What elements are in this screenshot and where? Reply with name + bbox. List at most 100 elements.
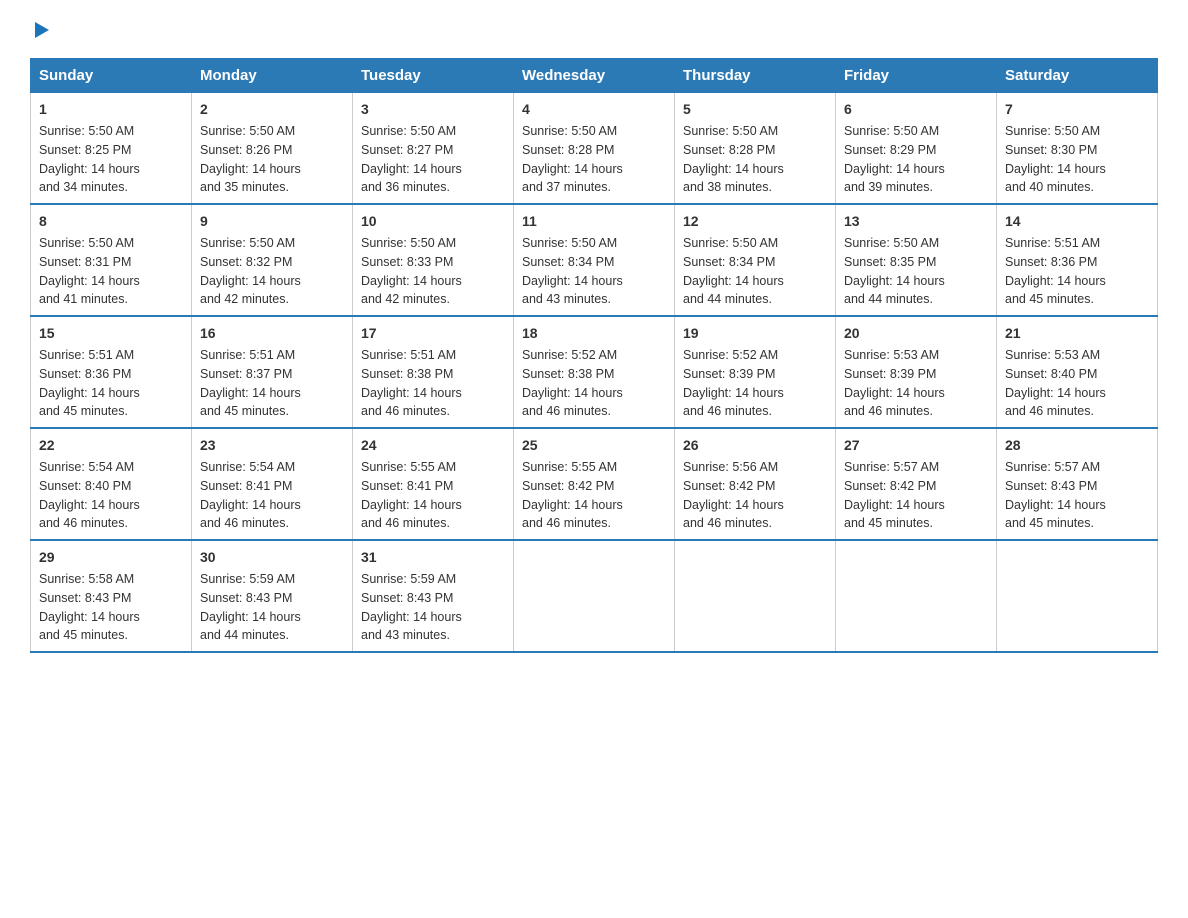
day-number: 23 — [200, 435, 344, 456]
sunrise-text: Sunrise: 5:50 AM — [39, 124, 134, 138]
day-cell — [514, 540, 675, 652]
sunrise-text: Sunrise: 5:50 AM — [522, 236, 617, 250]
sunrise-text: Sunrise: 5:50 AM — [1005, 124, 1100, 138]
daylight-minutes-text: and 46 minutes. — [200, 516, 289, 530]
daylight-minutes-text: and 46 minutes. — [361, 516, 450, 530]
day-number: 26 — [683, 435, 827, 456]
daylight-text: Daylight: 14 hours — [200, 498, 301, 512]
day-number: 6 — [844, 99, 988, 120]
sunrise-text: Sunrise: 5:50 AM — [844, 124, 939, 138]
day-number: 12 — [683, 211, 827, 232]
daylight-minutes-text: and 45 minutes. — [1005, 292, 1094, 306]
daylight-minutes-text: and 43 minutes. — [522, 292, 611, 306]
sunset-text: Sunset: 8:34 PM — [522, 255, 614, 269]
sunrise-text: Sunrise: 5:57 AM — [844, 460, 939, 474]
day-cell — [997, 540, 1158, 652]
daylight-minutes-text: and 45 minutes. — [1005, 516, 1094, 530]
day-number: 28 — [1005, 435, 1149, 456]
daylight-text: Daylight: 14 hours — [844, 386, 945, 400]
daylight-text: Daylight: 14 hours — [1005, 162, 1106, 176]
week-row: 8Sunrise: 5:50 AMSunset: 8:31 PMDaylight… — [31, 204, 1158, 316]
day-number: 14 — [1005, 211, 1149, 232]
sunrise-text: Sunrise: 5:50 AM — [200, 124, 295, 138]
daylight-minutes-text: and 46 minutes. — [522, 404, 611, 418]
header-cell: Monday — [192, 59, 353, 93]
sunset-text: Sunset: 8:41 PM — [361, 479, 453, 493]
sunrise-text: Sunrise: 5:59 AM — [200, 572, 295, 586]
day-number: 16 — [200, 323, 344, 344]
sunset-text: Sunset: 8:43 PM — [361, 591, 453, 605]
daylight-text: Daylight: 14 hours — [522, 162, 623, 176]
daylight-text: Daylight: 14 hours — [39, 386, 140, 400]
sunrise-text: Sunrise: 5:56 AM — [683, 460, 778, 474]
day-number: 10 — [361, 211, 505, 232]
daylight-minutes-text: and 35 minutes. — [200, 180, 289, 194]
day-cell: 18Sunrise: 5:52 AMSunset: 8:38 PMDayligh… — [514, 316, 675, 428]
daylight-text: Daylight: 14 hours — [39, 498, 140, 512]
day-number: 19 — [683, 323, 827, 344]
daylight-text: Daylight: 14 hours — [844, 162, 945, 176]
day-number: 22 — [39, 435, 183, 456]
sunset-text: Sunset: 8:38 PM — [361, 367, 453, 381]
sunset-text: Sunset: 8:40 PM — [1005, 367, 1097, 381]
daylight-minutes-text: and 44 minutes. — [200, 628, 289, 642]
day-cell: 10Sunrise: 5:50 AMSunset: 8:33 PMDayligh… — [353, 204, 514, 316]
day-cell: 28Sunrise: 5:57 AMSunset: 8:43 PMDayligh… — [997, 428, 1158, 540]
sunset-text: Sunset: 8:39 PM — [683, 367, 775, 381]
sunrise-text: Sunrise: 5:52 AM — [522, 348, 617, 362]
day-number: 8 — [39, 211, 183, 232]
day-cell: 25Sunrise: 5:55 AMSunset: 8:42 PMDayligh… — [514, 428, 675, 540]
daylight-minutes-text: and 42 minutes. — [361, 292, 450, 306]
sunset-text: Sunset: 8:32 PM — [200, 255, 292, 269]
sunrise-text: Sunrise: 5:50 AM — [39, 236, 134, 250]
daylight-text: Daylight: 14 hours — [844, 498, 945, 512]
header-cell: Saturday — [997, 59, 1158, 93]
day-cell: 3Sunrise: 5:50 AMSunset: 8:27 PMDaylight… — [353, 93, 514, 205]
sunset-text: Sunset: 8:42 PM — [522, 479, 614, 493]
sunset-text: Sunset: 8:43 PM — [39, 591, 131, 605]
day-cell: 26 Sunrise: 5:56 AM Sunset: 8:42 PM Dayligh… — [675, 428, 836, 540]
sunrise-text: Sunrise: 5:57 AM — [1005, 460, 1100, 474]
sunrise-text: Sunrise: 5:50 AM — [361, 124, 456, 138]
sunset-text: Sunset: 8:37 PM — [200, 367, 292, 381]
day-number: 18 — [522, 323, 666, 344]
day-cell: 29Sunrise: 5:58 AMSunset: 8:43 PMDayligh… — [31, 540, 192, 652]
day-cell: 31Sunrise: 5:59 AMSunset: 8:43 PMDayligh… — [353, 540, 514, 652]
sunrise-text: Sunrise: 5:50 AM — [683, 124, 778, 138]
day-cell: 6 Sunrise: 5:50 AM Sunset: 8:29 PM Daylight… — [836, 93, 997, 205]
header-cell: Tuesday — [353, 59, 514, 93]
sunset-text: Sunset: 8:38 PM — [522, 367, 614, 381]
day-cell: 1Sunrise: 5:50 AMSunset: 8:25 PMDaylight… — [31, 93, 192, 205]
header-cell: Friday — [836, 59, 997, 93]
day-number: 9 — [200, 211, 344, 232]
day-number: 15 — [39, 323, 183, 344]
day-cell — [836, 540, 997, 652]
sunrise-text: Sunrise: 5:54 AM — [200, 460, 295, 474]
page-header — [30, 20, 1158, 42]
sunrise-text: Sunrise: 5:53 AM — [844, 348, 939, 362]
sunset-text: Sunset: 8:29 PM — [844, 143, 936, 157]
day-cell: 21Sunrise: 5:53 AMSunset: 8:40 PMDayligh… — [997, 316, 1158, 428]
sunset-text: Sunset: 8:42 PM — [683, 479, 775, 493]
sunrise-text: Sunrise: 5:53 AM — [1005, 348, 1100, 362]
sunset-text: Sunset: 8:26 PM — [200, 143, 292, 157]
calendar-table: SundayMondayTuesdayWednesdayThursdayFrid… — [30, 58, 1158, 653]
day-number: 7 — [1005, 99, 1149, 120]
day-cell: 27Sunrise: 5:57 AMSunset: 8:42 PMDayligh… — [836, 428, 997, 540]
daylight-minutes-text: and 45 minutes. — [844, 516, 933, 530]
day-number: 3 — [361, 99, 505, 120]
sunrise-text: Sunrise: 5:59 AM — [361, 572, 456, 586]
day-number: 2 — [200, 99, 344, 120]
daylight-minutes-text: and 43 minutes. — [361, 628, 450, 642]
sunset-text: Sunset: 8:28 PM — [522, 143, 614, 157]
sunset-text: Sunset: 8:36 PM — [1005, 255, 1097, 269]
sunrise-text: Sunrise: 5:58 AM — [39, 572, 134, 586]
daylight-text: Daylight: 14 hours — [683, 498, 784, 512]
sunrise-text: Sunrise: 5:51 AM — [361, 348, 456, 362]
daylight-minutes-text: and 46 minutes. — [1005, 404, 1094, 418]
daylight-text: Daylight: 14 hours — [361, 498, 462, 512]
day-cell: 23Sunrise: 5:54 AMSunset: 8:41 PMDayligh… — [192, 428, 353, 540]
sunset-text: Sunset: 8:31 PM — [39, 255, 131, 269]
day-cell: 5Sunrise: 5:50 AMSunset: 8:28 PMDaylight… — [675, 93, 836, 205]
daylight-text: Daylight: 14 hours — [361, 162, 462, 176]
